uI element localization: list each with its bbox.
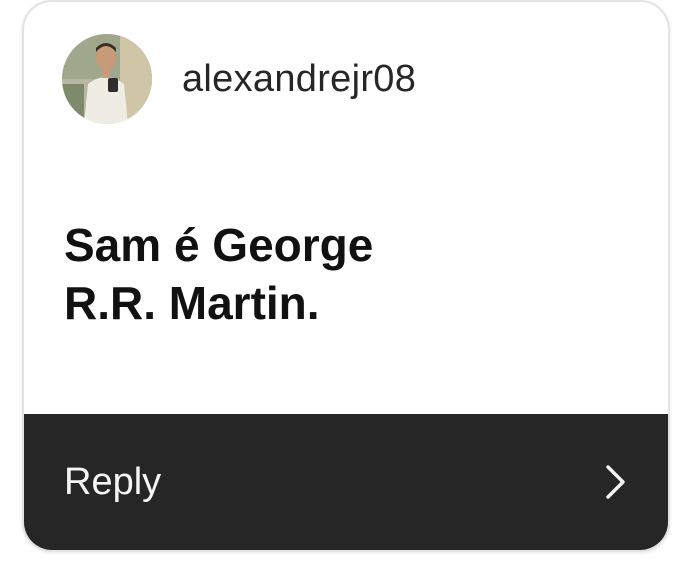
comment-text-line-1: Sam é George [64,219,374,271]
chevron-right-icon [606,465,625,499]
reply-label: Reply [64,460,162,503]
reply-button[interactable]: Reply [24,414,668,550]
avatar-photo-icon [62,34,152,124]
comment-text-line-2: R.R. Martin. [64,277,320,329]
avatar[interactable] [62,34,152,124]
comment-text: Sam é George R.R. Martin. [64,216,624,332]
comment-card: alexandrejr08 Sam é George R.R. Martin. … [22,0,670,552]
comment-username[interactable]: alexandrejr08 [182,58,416,101]
comment-header: alexandrejr08 [62,34,416,124]
